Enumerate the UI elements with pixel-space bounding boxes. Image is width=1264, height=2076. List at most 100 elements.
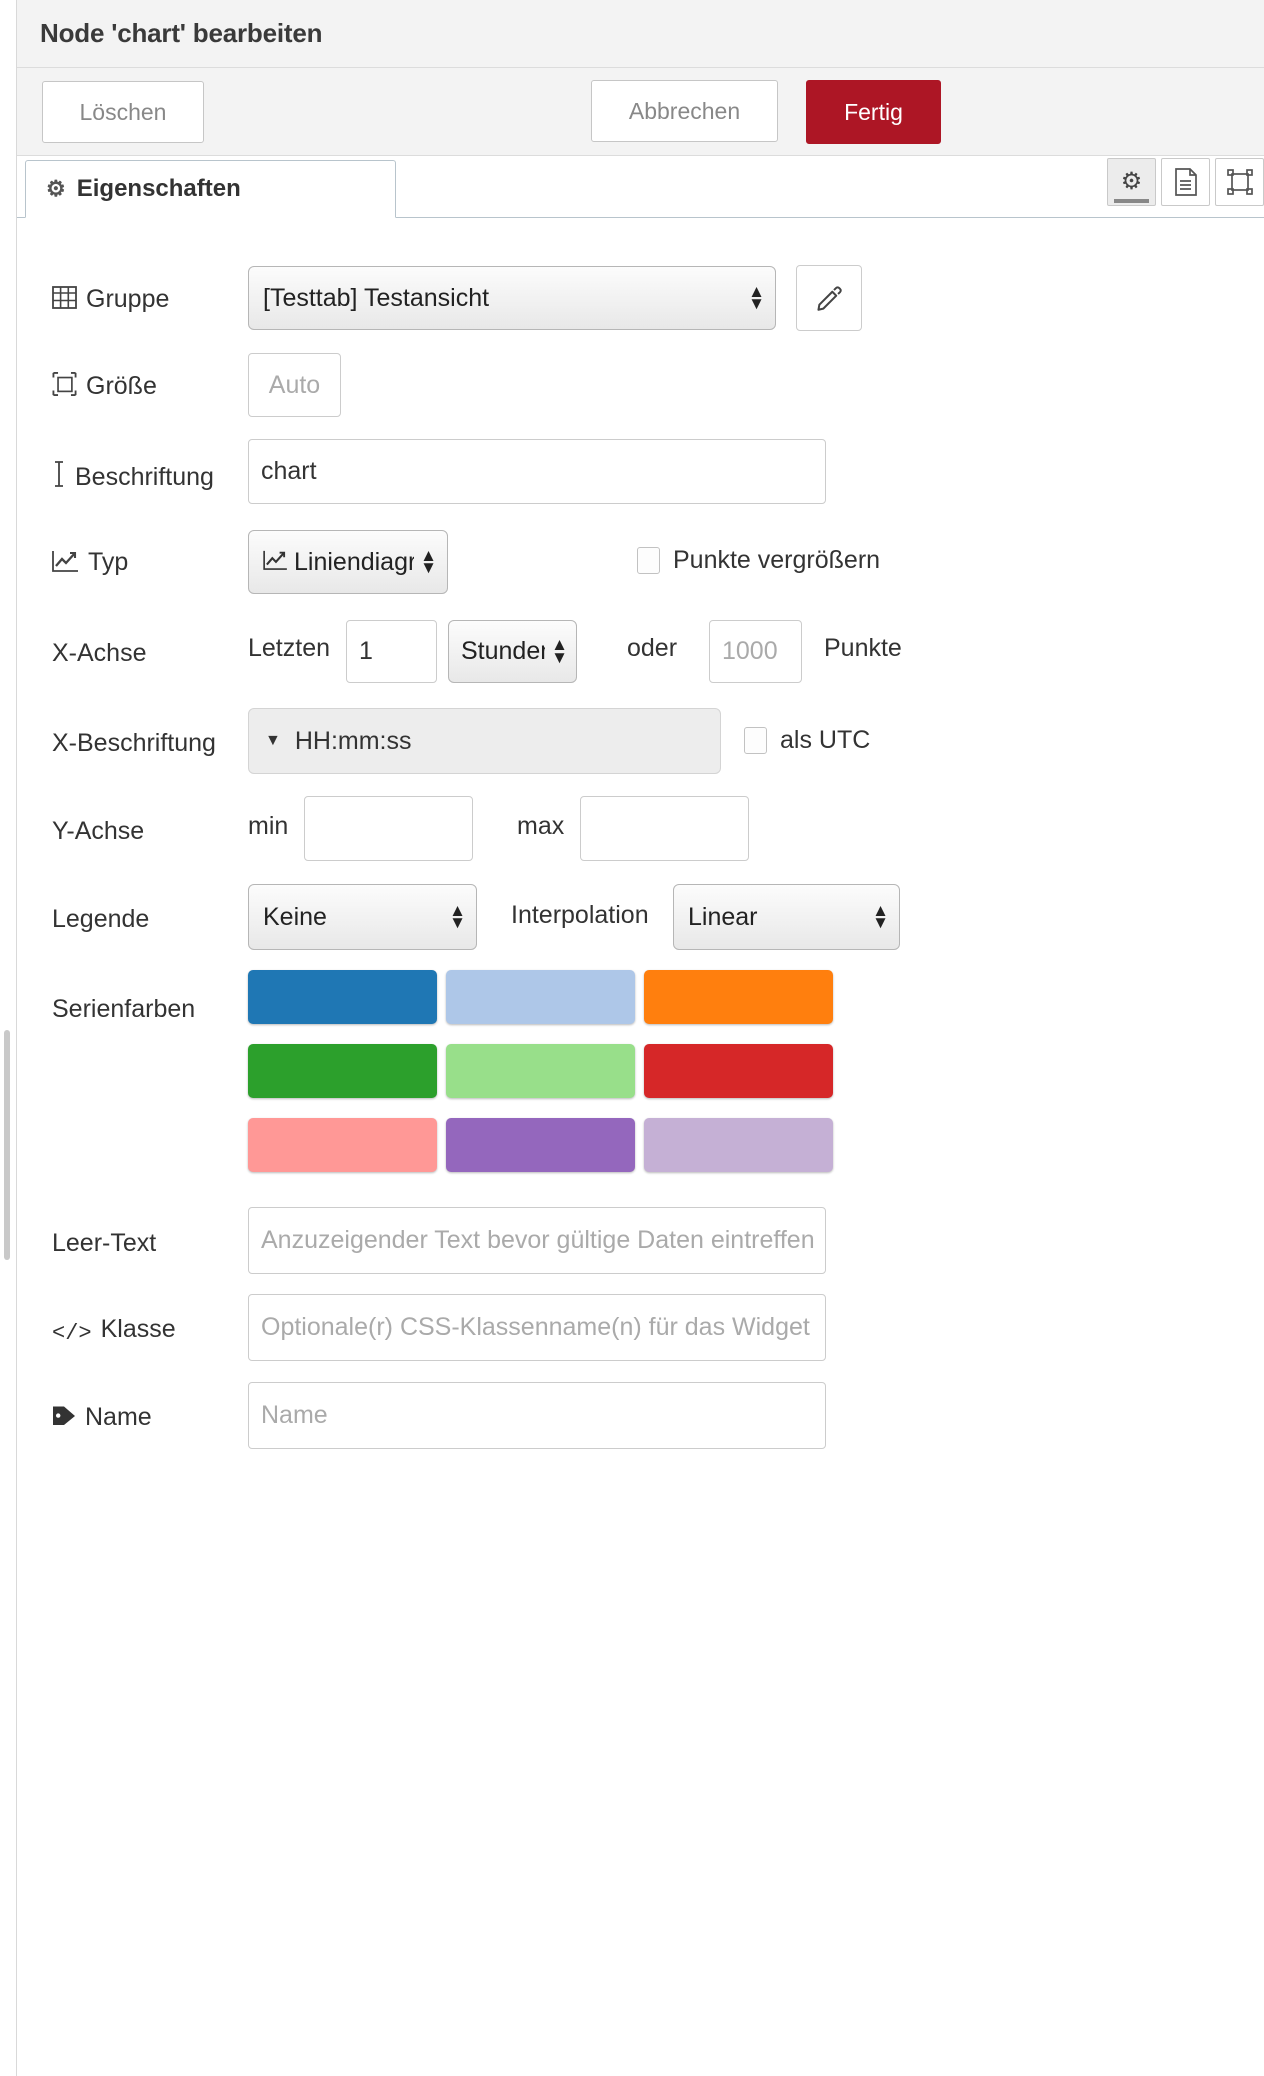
appearance-icon [1226, 169, 1253, 195]
type-select[interactable]: Liniendiagramm ▲▼ [248, 530, 448, 594]
caption-value: chart [261, 457, 317, 485]
xaxis-label: X-Achse [52, 638, 147, 667]
delete-button[interactable]: Löschen [42, 81, 204, 143]
row-yaxis: Y-Achse min max [17, 796, 1264, 866]
xaxis-points-suffix: Punkte [824, 634, 902, 662]
utc-group: als UTC [744, 726, 870, 755]
series-color-swatch-9[interactable] [644, 1118, 833, 1172]
xaxis-prefix-label: Letzten [248, 634, 331, 662]
row-name: Name Name [17, 1382, 1264, 1453]
edit-group-button[interactable] [796, 265, 862, 331]
class-input[interactable]: Optionale(r) CSS-Klassenname(n) für das … [248, 1294, 826, 1361]
document-icon [1174, 168, 1197, 196]
enlarge-points-checkbox[interactable] [637, 547, 660, 574]
series-color-swatch-5[interactable] [446, 1044, 635, 1098]
properties-form: Gruppe [Testtab] Testansicht ▲ ▼ Größe A… [17, 218, 1264, 2076]
row-empty-text: Leer-Text Anzuzeigender Text bevor gülti… [17, 1207, 1264, 1278]
xlabel-value: HH:mm:ss [294, 726, 412, 755]
yaxis-max-label: max [517, 812, 565, 840]
series-colors-row [248, 1044, 833, 1098]
empty-text-placeholder: Anzuzeigender Text bevor gültige Daten e… [261, 1226, 815, 1254]
line-chart-icon [52, 550, 79, 579]
series-color-swatch-1[interactable] [248, 970, 437, 1024]
cancel-button[interactable]: Abbrechen [591, 80, 778, 142]
row-series-colors: Serienfarben [17, 970, 1264, 1182]
name-placeholder: Name [261, 1401, 328, 1429]
group-select[interactable]: [Testtab] Testansicht ▲ ▼ [248, 266, 776, 330]
series-colors-label: Serienfarben [52, 995, 196, 1023]
row-xlabel: X-Beschriftung ▼ HH:mm:ss als UTC [17, 708, 1264, 778]
group-label: Gruppe [52, 285, 248, 316]
empty-text-input[interactable]: Anzuzeigender Text bevor gültige Daten e… [248, 1207, 826, 1274]
name-input[interactable]: Name [248, 1382, 826, 1449]
name-label: Name [52, 1403, 152, 1434]
interpolation-select-value: Linear [688, 902, 758, 931]
series-color-swatch-6[interactable] [644, 1044, 833, 1098]
resize-icon [52, 371, 77, 403]
chevron-updown-icon: ▲ ▼ [449, 900, 466, 932]
size-value: Auto [268, 370, 321, 399]
tab-icon-gear[interactable]: ⚙ [1107, 158, 1156, 206]
group-select-value: [Testtab] Testansicht [263, 283, 490, 312]
xaxis-amount-value: 1 [359, 637, 373, 665]
series-color-swatch-2[interactable] [446, 970, 635, 1024]
row-caption: Beschriftung chart [17, 439, 1264, 510]
tab-icon-document[interactable] [1161, 158, 1210, 206]
tag-icon [52, 1404, 76, 1434]
utc-label: als UTC [780, 726, 871, 754]
table-icon [52, 285, 77, 316]
gear-icon: ⚙ [1120, 168, 1143, 195]
tab-icon-appearance[interactable] [1215, 158, 1264, 206]
class-placeholder: Optionale(r) CSS-Klassenname(n) für das … [261, 1313, 810, 1341]
legend-label: Legende [52, 904, 150, 933]
chevron-updown-icon: ▲ ▼ [420, 545, 437, 577]
dialog-scrollbar[interactable] [0, 0, 17, 2076]
xaxis-unit-select[interactable]: Stunden ▲ ▼ [448, 620, 577, 683]
type-label: Typ [52, 548, 128, 579]
yaxis-min-input[interactable] [304, 796, 473, 861]
enlarge-points-label: Punkte vergrößern [673, 546, 881, 574]
empty-text-label: Leer-Text [52, 1228, 157, 1257]
enlarge-points-group: Punkte vergrößern [637, 546, 880, 575]
pencil-icon [816, 285, 842, 311]
legend-select[interactable]: Keine ▲ ▼ [248, 884, 477, 950]
series-color-swatch-8[interactable] [446, 1118, 635, 1172]
page-title: Node 'chart' bearbeiten [40, 18, 323, 48]
utc-checkbox[interactable] [744, 727, 767, 754]
scrollbar-thumb[interactable] [4, 1030, 10, 1260]
row-xaxis: X-Achse Letzten 1 Stunden ▲ ▼ oder 1000 P… [17, 618, 1264, 688]
yaxis-max-input[interactable] [580, 796, 749, 861]
dialog-header: Node 'chart' bearbeiten [17, 0, 1264, 68]
xaxis-amount-input[interactable]: 1 [346, 620, 437, 683]
series-color-swatch-3[interactable] [644, 970, 833, 1024]
xaxis-or-label: oder [627, 634, 678, 662]
text-cursor-icon [52, 460, 66, 494]
tab-icon-group: ⚙ [1107, 158, 1264, 206]
row-group: Gruppe [Testtab] Testansicht ▲ ▼ [17, 265, 1264, 334]
chevron-updown-icon: ▲ ▼ [551, 635, 568, 667]
dialog-button-bar: Löschen Abbrechen Fertig [17, 68, 1264, 156]
row-legend: Legende Keine ▲ ▼ Interpolation Linear ▲ ▼ [17, 884, 1264, 954]
xlabel-label: X-Beschriftung [52, 728, 216, 757]
legend-select-value: Keine [263, 902, 327, 931]
row-class: </> Klasse Optionale(r) CSS-Klassenname(n… [17, 1294, 1264, 1365]
done-button[interactable]: Fertig [806, 80, 941, 144]
tab-properties-label: Eigenschaften [76, 175, 241, 202]
line-chart-icon [263, 548, 288, 577]
series-colors-row [248, 1118, 833, 1172]
xaxis-unit-value: Stunden [461, 637, 546, 665]
caption-input[interactable]: chart [248, 439, 826, 504]
tab-bar: ⚙ Eigenschaften ⚙ [17, 156, 1264, 218]
row-size: Größe Auto [17, 353, 1264, 418]
class-label: </> Klasse [52, 1314, 176, 1346]
size-button[interactable]: Auto [248, 353, 341, 417]
yaxis-label: Y-Achse [52, 816, 145, 845]
chevron-updown-icon: ▲ ▼ [872, 900, 889, 932]
series-color-swatch-4[interactable] [248, 1044, 437, 1098]
xaxis-points-input[interactable]: 1000 [709, 620, 802, 683]
xlabel-dropdown[interactable]: ▼ HH:mm:ss [248, 708, 721, 774]
series-color-swatch-7[interactable] [248, 1118, 437, 1172]
interpolation-select[interactable]: Linear ▲ ▼ [673, 884, 900, 950]
tab-properties[interactable]: ⚙ Eigenschaften [25, 160, 396, 218]
gear-icon: ⚙ [46, 176, 66, 201]
